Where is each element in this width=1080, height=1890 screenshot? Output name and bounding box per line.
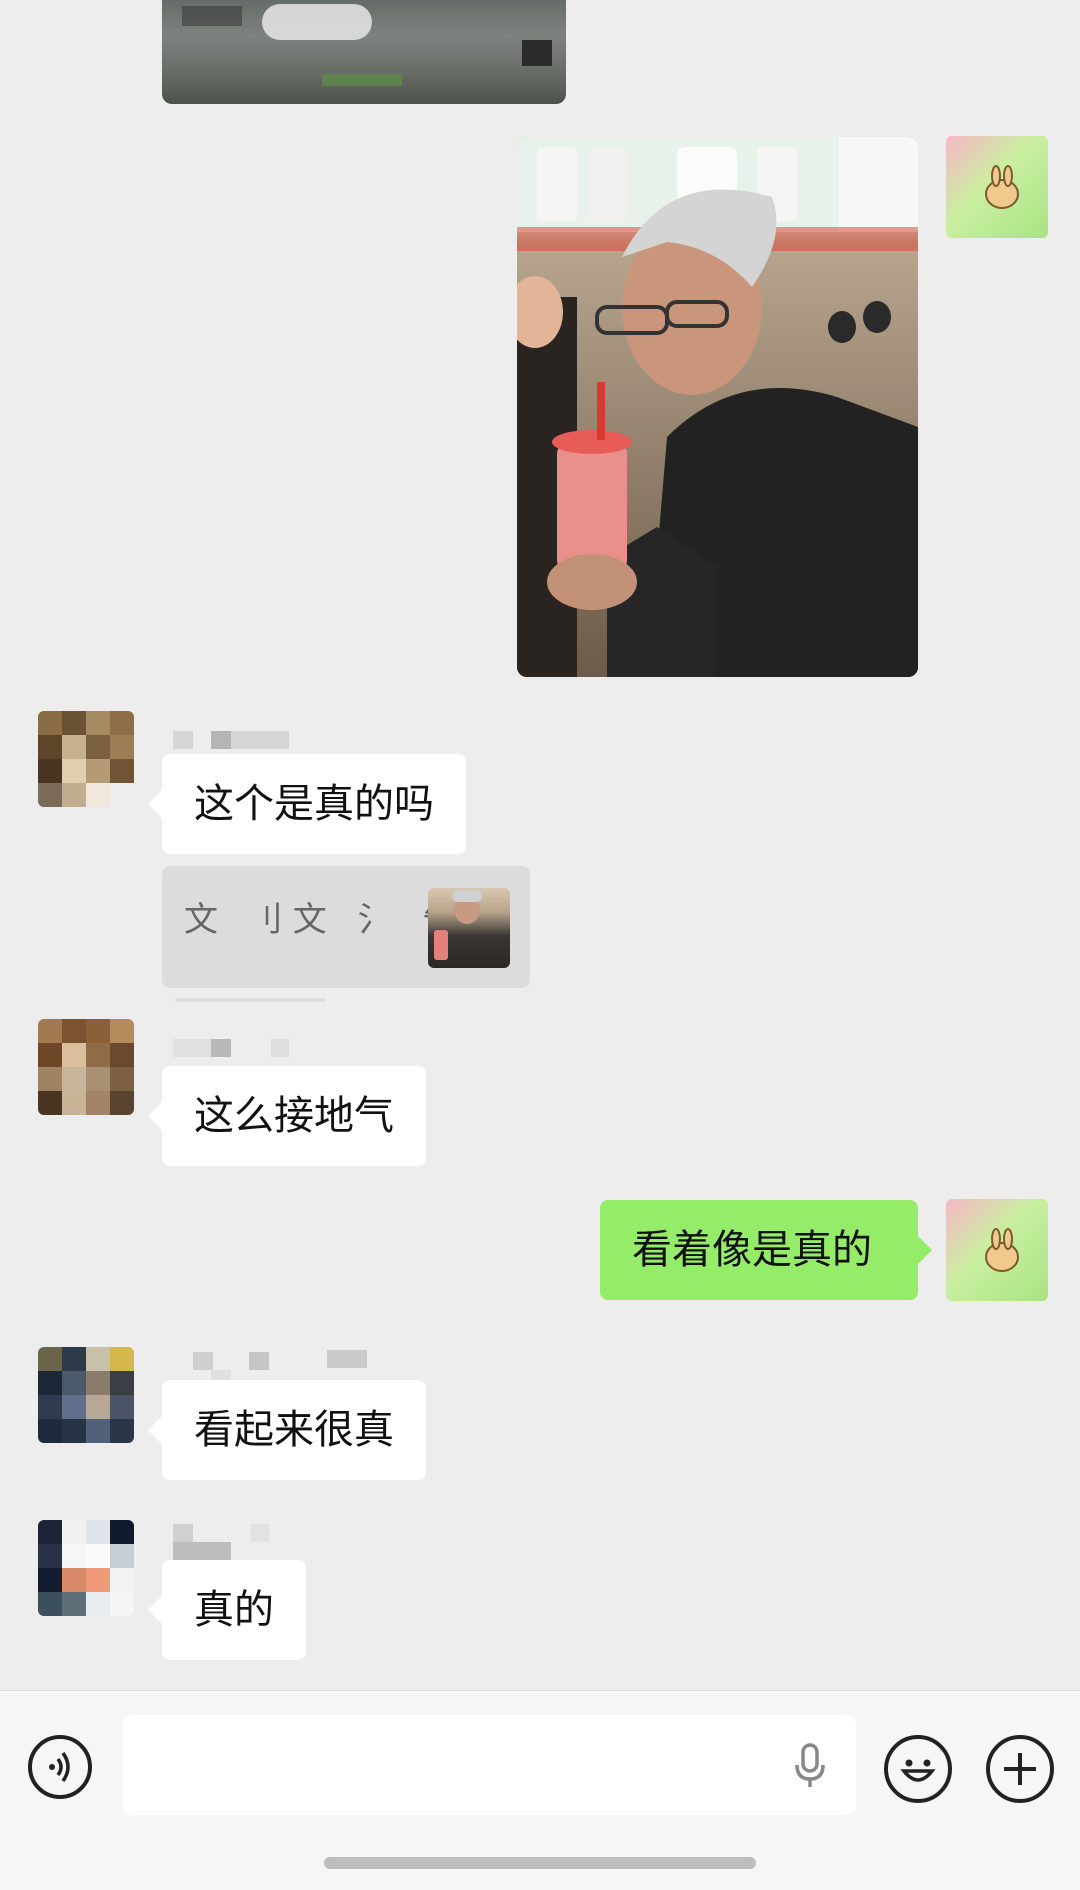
quoted-message[interactable]: 文 刂文 氵 告:	[162, 866, 530, 988]
bunny-sticker-icon	[985, 165, 1019, 209]
flood-photo-message[interactable]	[162, 0, 566, 104]
emoji-icon[interactable]	[884, 1735, 952, 1803]
contact-name-pixelated	[173, 1524, 193, 1542]
contact-avatar[interactable]	[38, 711, 134, 807]
quote-divider	[175, 998, 325, 1002]
voice-waves	[49, 1751, 70, 1783]
smile-face	[900, 1759, 936, 1782]
message-bubble[interactable]: 这个是真的吗	[148, 754, 466, 854]
contact-name-pixelated	[249, 1352, 269, 1370]
home-indicator[interactable]	[324, 1857, 756, 1869]
contact-name-pixelated	[211, 731, 231, 749]
contact-name-pixelated	[173, 1039, 213, 1057]
message-bubble[interactable]: 看起来很真	[148, 1380, 426, 1480]
message-bubble-outgoing[interactable]: 看着像是真的	[600, 1200, 932, 1300]
quoted-thumbnail	[428, 888, 510, 968]
message-bubble[interactable]: 这么接地气	[148, 1066, 426, 1166]
contact-name-pixelated	[327, 1350, 367, 1368]
contact-avatar[interactable]	[38, 1347, 134, 1443]
contact-name-pixelated	[193, 1352, 213, 1370]
message-bubble[interactable]: 真的	[148, 1560, 306, 1660]
microphone-icon[interactable]	[790, 1741, 830, 1791]
self-avatar[interactable]	[946, 1199, 1048, 1301]
contact-avatar[interactable]	[38, 1520, 134, 1616]
self-avatar[interactable]	[946, 136, 1048, 238]
bunny-sticker-icon	[985, 1228, 1019, 1272]
photo-illustration	[517, 137, 918, 677]
contact-name-pixelated	[173, 731, 193, 749]
contact-name-pixelated	[211, 1039, 231, 1057]
voice-icon[interactable]	[28, 1735, 92, 1799]
person-with-drink-photo[interactable]	[517, 137, 918, 677]
plus-icon[interactable]	[986, 1735, 1054, 1803]
contact-avatar[interactable]	[38, 1019, 134, 1115]
contact-name-pixelated	[231, 731, 289, 749]
message-input[interactable]	[122, 1715, 856, 1815]
contact-name-pixelated	[251, 1524, 269, 1542]
contact-name-pixelated	[271, 1039, 289, 1057]
contact-name-pixelated	[173, 1542, 231, 1560]
chat-input-bar	[0, 1690, 1080, 1890]
